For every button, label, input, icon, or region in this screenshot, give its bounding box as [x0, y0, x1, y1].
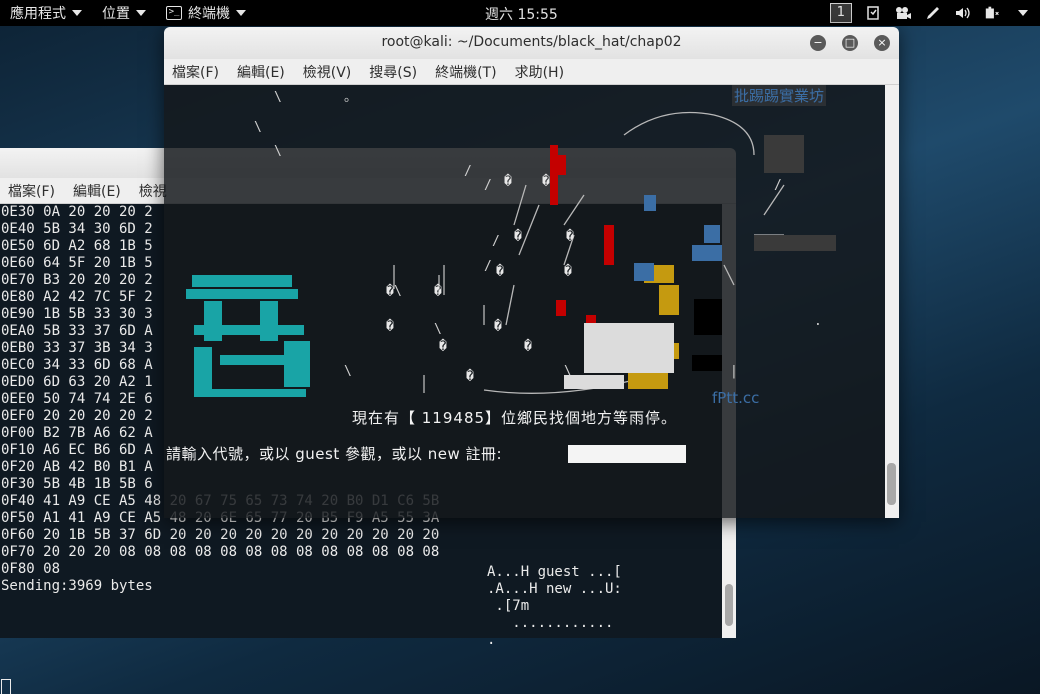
terminal-cursor — [1, 679, 11, 694]
svg-text:\: \ — [394, 284, 402, 299]
svg-text:\: \ — [274, 90, 282, 105]
scrollbar-thumb[interactable] — [887, 463, 896, 505]
hex-line: 0F70 20 20 20 08 08 08 08 08 08 08 08 08… — [1, 544, 440, 560]
login-id-input[interactable] — [568, 445, 686, 463]
ascii-line: A...H guest ...[ — [487, 564, 622, 580]
menu-file[interactable]: 檔案(F) — [172, 62, 219, 82]
svg-text:/: / — [464, 164, 472, 179]
ptt-site-tag: fPtt.cc — [712, 389, 760, 407]
clipboard-icon[interactable] — [864, 4, 882, 22]
ascii-column: A...H guest ...[.A...H new ...U: .[7m ..… — [487, 564, 622, 649]
svg-text:.: . — [814, 314, 822, 329]
svg-text:/: / — [484, 178, 492, 193]
ptt-banner: 批踢踢實業坊 — [732, 85, 827, 106]
svg-text:�: � — [514, 228, 522, 244]
system-tray: 1 — [829, 0, 1032, 26]
svg-text:\: \ — [254, 120, 262, 135]
ascii-line: .A...H new ...U: — [487, 581, 622, 597]
svg-text:�: � — [496, 263, 504, 279]
top-panel: 應用程式 位置 >_ 終端機 週六 15:55 1 — [0, 0, 1040, 26]
terminal-app-label: 終端機 — [188, 6, 230, 22]
ascii-line: .[7m — [487, 598, 530, 614]
svg-text:\: \ — [344, 364, 352, 379]
svg-text:\: \ — [274, 144, 282, 159]
applications-menu[interactable]: 應用程式 — [0, 0, 92, 26]
front-terminal-window[interactable]: root@kali: ~/Documents/black_hat/chap02 … — [164, 27, 899, 518]
svg-text:/: / — [484, 259, 492, 274]
svg-text:�: � — [386, 283, 394, 299]
menu-view[interactable]: 檢視 — [139, 181, 167, 201]
menu-edit[interactable]: 編輯(E) — [73, 181, 121, 201]
chevron-down-icon — [136, 10, 146, 16]
svg-text:�: � — [504, 173, 512, 189]
volume-icon[interactable] — [954, 4, 972, 22]
maximize-button[interactable]: □ — [842, 35, 858, 51]
terminal-icon: >_ — [166, 6, 182, 20]
menu-search[interactable]: 搜尋(S) — [369, 62, 417, 82]
svg-text:�: � — [564, 263, 572, 279]
workspace-indicator[interactable]: 1 — [829, 3, 852, 23]
svg-text:�: � — [434, 283, 442, 299]
svg-text:�: � — [439, 338, 447, 354]
chevron-down-icon — [72, 10, 82, 16]
hex-line: Sending:3969 bytes — [1, 578, 153, 594]
svg-text:|: | — [730, 364, 738, 379]
front-terminal-output[interactable]: \。 \\ // // \\ \\ \/ |. �� �� �� �� �� �… — [164, 85, 885, 518]
front-window-titlebar[interactable]: root@kali: ~/Documents/black_hat/chap02 … — [164, 27, 899, 59]
front-scrollbar[interactable] — [885, 85, 899, 518]
camera-icon[interactable] — [894, 4, 912, 22]
menu-terminal[interactable]: 終端機(T) — [435, 62, 496, 82]
places-menu[interactable]: 位置 — [92, 0, 156, 26]
hex-line: 0F80 08 — [1, 561, 61, 577]
login-prompt: 請輸入代號，或以 guest 參觀，或以 new 註冊: — [166, 445, 503, 463]
applications-label: 應用程式 — [10, 6, 66, 22]
hex-line: 0F60 20 1B 5B 37 6D 20 20 20 20 20 20 20… — [1, 527, 440, 543]
ptt-logo — [186, 275, 310, 397]
menu-edit[interactable]: 編輯(E) — [237, 62, 285, 82]
svg-text:�: � — [542, 173, 550, 189]
chevron-down-icon[interactable] — [1014, 4, 1032, 22]
terminal-app-menu[interactable]: >_ 終端機 — [156, 0, 256, 26]
svg-text:�: � — [494, 318, 502, 334]
pen-tool-icon[interactable] — [924, 4, 942, 22]
svg-text:�: � — [524, 338, 532, 354]
ptt-ascii-art: \。 \\ // // \\ \\ \/ |. �� �� �� �� �� �… — [186, 90, 836, 397]
svg-text:/: / — [774, 178, 782, 193]
scrollbar-thumb[interactable] — [725, 584, 733, 626]
places-label: 位置 — [102, 6, 130, 22]
clock[interactable]: 週六 15:55 — [485, 4, 558, 24]
svg-text:/: / — [492, 234, 500, 249]
svg-text:�: � — [566, 228, 574, 244]
online-count-message: 現在有【 119485】位鄉民找個地方等雨停。 — [352, 409, 678, 427]
front-window-menubar: 檔案(F) 編輯(E) 檢視(V) 搜尋(S) 終端機(T) 求助(H) — [164, 59, 899, 85]
ascii-line: . — [487, 632, 496, 648]
svg-text:�: � — [386, 318, 394, 334]
svg-text:�: � — [466, 368, 474, 384]
menu-help[interactable]: 求助(H) — [515, 62, 564, 82]
svg-text:。: 。 — [344, 90, 357, 105]
close-button[interactable]: × — [874, 35, 890, 51]
chevron-down-icon — [236, 10, 246, 16]
svg-text:\: \ — [434, 322, 442, 337]
menu-file[interactable]: 檔案(F) — [8, 181, 55, 201]
menu-view[interactable]: 檢視(V) — [303, 62, 352, 82]
battery-icon[interactable] — [984, 4, 1002, 22]
ascii-line: ............ — [487, 615, 614, 631]
window-title: root@kali: ~/Documents/black_hat/chap02 — [381, 34, 682, 50]
minimize-button[interactable]: − — [810, 35, 826, 51]
